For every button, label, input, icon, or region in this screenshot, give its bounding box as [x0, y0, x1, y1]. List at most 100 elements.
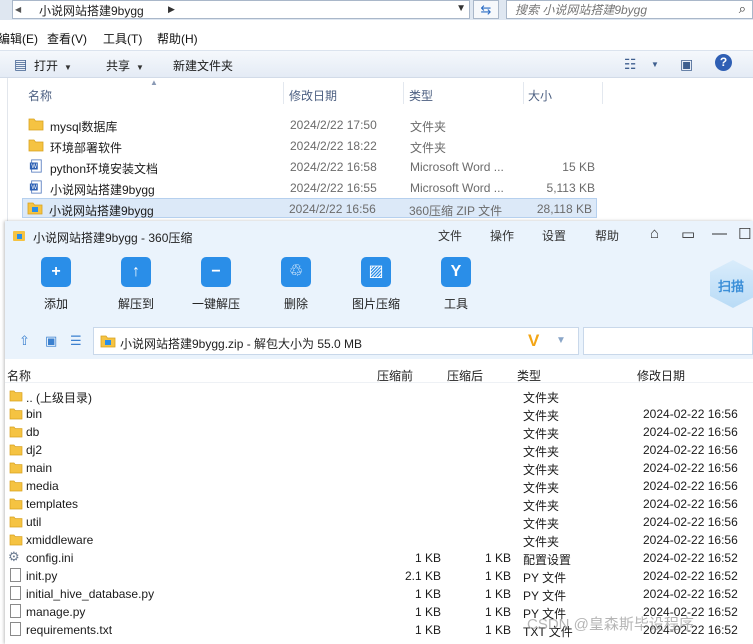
column-type[interactable]: 类型 [409, 87, 433, 104]
scan-button[interactable]: 扫描 [708, 258, 753, 310]
svg-text:W: W [31, 184, 37, 191]
zip-file-name: init.py [26, 569, 58, 583]
zip-list-row[interactable]: media 文件夹 2024-02-22 16:56 [5, 477, 753, 495]
zip-list-row[interactable]: xmiddleware 文件夹 2024-02-22 16:56 [5, 531, 753, 549]
command-bar: ▤ 打开 ▼ 共享 ▼ 新建文件夹 ☷ ▼ ▣ [0, 50, 753, 78]
zip-list-row[interactable]: initial_hive_database.py 1 KB 1 KB PY 文件 202… [5, 585, 753, 603]
image-compress-label: 图片压缩 [351, 297, 400, 311]
folder-icon [28, 118, 44, 131]
breadcrumb-chevron-icon[interactable]: ▶ [168, 4, 175, 15]
file-date: 2024/2/22 16:58 [290, 160, 377, 174]
preview-pane-icon[interactable]: ▣ [680, 56, 693, 73]
zip-menu-file[interactable]: 文件 [438, 227, 462, 244]
zip-file-date: 2024-02-22 16:56 [643, 407, 738, 421]
zip-list-row[interactable]: .. (上级目录) 文件夹 [5, 387, 753, 405]
zip-menu-operate[interactable]: 操作 [490, 227, 514, 244]
list-view-icon[interactable]: ☰ [70, 333, 82, 349]
zip-size-before: 1 KB [414, 623, 441, 637]
extract-to-icon: ↑ [121, 257, 151, 287]
zip-column-date[interactable]: 修改日期 [637, 367, 685, 384]
watermark: CSDN @皇森斯毕设程序 [527, 616, 694, 633]
tools-icon: Y [441, 257, 471, 287]
menu-help[interactable]: 帮助(H) [157, 30, 198, 47]
zip-list-row[interactable]: util 文件夹 2024-02-22 16:56 [5, 513, 753, 531]
refresh-button[interactable]: ⇆ [473, 0, 499, 19]
delete-button[interactable]: ♲ 删除 [261, 257, 331, 312]
thumbnail-view-icon[interactable]: ▣ [45, 333, 57, 349]
menu-view[interactable]: 查看(V) [47, 30, 87, 47]
open-button[interactable]: 打开 ▼ [34, 57, 72, 74]
back-arrow-icon[interactable]: ◀ [15, 5, 21, 14]
zip-file-type: PY 文件 [523, 571, 567, 585]
zip-column-after[interactable]: 压缩后 [447, 367, 483, 384]
maximize-icon[interactable]: ☐ [738, 225, 751, 243]
file-row[interactable]: 环境部署软件 2024/2/22 18:22 文件夹 [24, 136, 599, 156]
extract-to-button[interactable]: ↑ 解压到 [101, 257, 171, 312]
column-divider [283, 82, 284, 104]
file-icon [10, 568, 21, 582]
search-box[interactable]: ⌕ [506, 0, 753, 19]
zip-search-input[interactable] [583, 327, 753, 355]
file-row[interactable]: mysql数据库 2024/2/22 17:50 文件夹 [24, 115, 599, 135]
open-icon: ▤ [14, 56, 28, 72]
file-row-selected[interactable]: 小说网站搭建9bygg 2024/2/22 16:56 360压缩 ZIP 文件… [22, 198, 597, 218]
minimize-icon[interactable]: — [712, 225, 727, 242]
add-button[interactable]: + 添加 [21, 257, 91, 312]
column-name[interactable]: 名称 [28, 87, 52, 104]
view-options-icon[interactable]: ☷ [624, 56, 637, 73]
file-name: python环境安装文档 [50, 162, 159, 176]
navigation-pane-edge [0, 78, 8, 228]
add-icon: + [41, 257, 71, 287]
file-row[interactable]: W python环境安装文档 2024/2/22 16:58 Microsoft… [24, 157, 599, 177]
file-row[interactable]: W 小说网站搭建9bygg 2024/2/22 16:55 Microsoft … [24, 178, 599, 198]
file-type: 360压缩 ZIP 文件 [409, 204, 503, 218]
zip-menu-settings[interactable]: 设置 [542, 227, 566, 244]
search-icon[interactable]: ⌕ [739, 1, 746, 17]
zip-list-row[interactable]: dj2 文件夹 2024-02-22 16:56 [5, 441, 753, 459]
zip-app-logo-icon [13, 231, 25, 241]
address-bar[interactable]: ◀ 小说网站搭建9bygg ▶ ▼ [12, 0, 470, 19]
zip-file-type: 配置设置 [523, 553, 572, 567]
tools-button[interactable]: Y 工具 [421, 257, 491, 312]
folder-icon [9, 390, 23, 402]
file-type: Microsoft Word ... [410, 160, 504, 174]
image-compress-button[interactable]: ▨ 图片压缩 [341, 257, 411, 312]
file-size: 28,118 KB [536, 202, 592, 216]
new-folder-button[interactable]: 新建文件夹 [173, 57, 233, 74]
up-level-icon[interactable]: ⇧ [19, 333, 30, 349]
menu-edit[interactable]: 编辑(E) [0, 30, 38, 47]
skin-icon[interactable]: ⌂ [650, 225, 659, 242]
zip-list-row[interactable]: main 文件夹 2024-02-22 16:56 [5, 459, 753, 477]
file-icon [10, 604, 21, 618]
feedback-icon[interactable]: ▭ [681, 225, 695, 243]
zip-file-name: media [26, 479, 59, 493]
menu-tools[interactable]: 工具(T) [103, 30, 142, 47]
view-dropdown-icon[interactable]: ▼ [651, 60, 659, 69]
column-divider [602, 82, 603, 104]
zip-column-before[interactable]: 压缩前 [377, 367, 413, 384]
zip-size-after: 1 KB [484, 623, 511, 637]
zip-file-type: 文件夹 [523, 427, 560, 441]
zip-path-text: 小说网站搭建9bygg.zip - 解包大小为 55.0 MB [120, 337, 363, 351]
zip-list-row[interactable]: bin 文件夹 2024-02-22 16:56 [5, 405, 753, 423]
address-dropdown-icon[interactable]: ▼ [456, 3, 466, 14]
verified-v-icon: V [528, 331, 540, 350]
zip-list-row[interactable]: db 文件夹 2024-02-22 16:56 [5, 423, 753, 441]
zip-path-bar[interactable]: 小说网站搭建9bygg.zip - 解包大小为 55.0 MB V ▼ [93, 327, 579, 355]
zip-menu-help[interactable]: 帮助 [595, 227, 619, 244]
search-input[interactable] [507, 1, 722, 18]
one-click-extract-button[interactable]: − 一键解压 [181, 257, 251, 312]
column-date[interactable]: 修改日期 [289, 87, 337, 104]
zip-list-row[interactable]: ⚙ config.ini 1 KB 1 KB 配置设置 2024-02-22 16:52 [5, 549, 753, 568]
zip-list-row[interactable]: init.py 2.1 KB 1 KB PY 文件 2024-02-22 16:52 [5, 567, 753, 585]
zip-file-type: 文件夹 [523, 391, 560, 405]
zip-archive-icon [27, 202, 43, 215]
help-icon[interactable]: ? [715, 54, 732, 71]
zip-column-name[interactable]: 名称 [7, 367, 31, 384]
share-button[interactable]: 共享 ▼ [106, 57, 144, 74]
zip-list-row[interactable]: templates 文件夹 2024-02-22 16:56 [5, 495, 753, 513]
path-dropdown-icon[interactable]: ▼ [556, 335, 566, 346]
column-size[interactable]: 大小 [528, 87, 552, 104]
zip-column-type[interactable]: 类型 [517, 367, 541, 384]
file-type: 文件夹 [410, 120, 447, 134]
